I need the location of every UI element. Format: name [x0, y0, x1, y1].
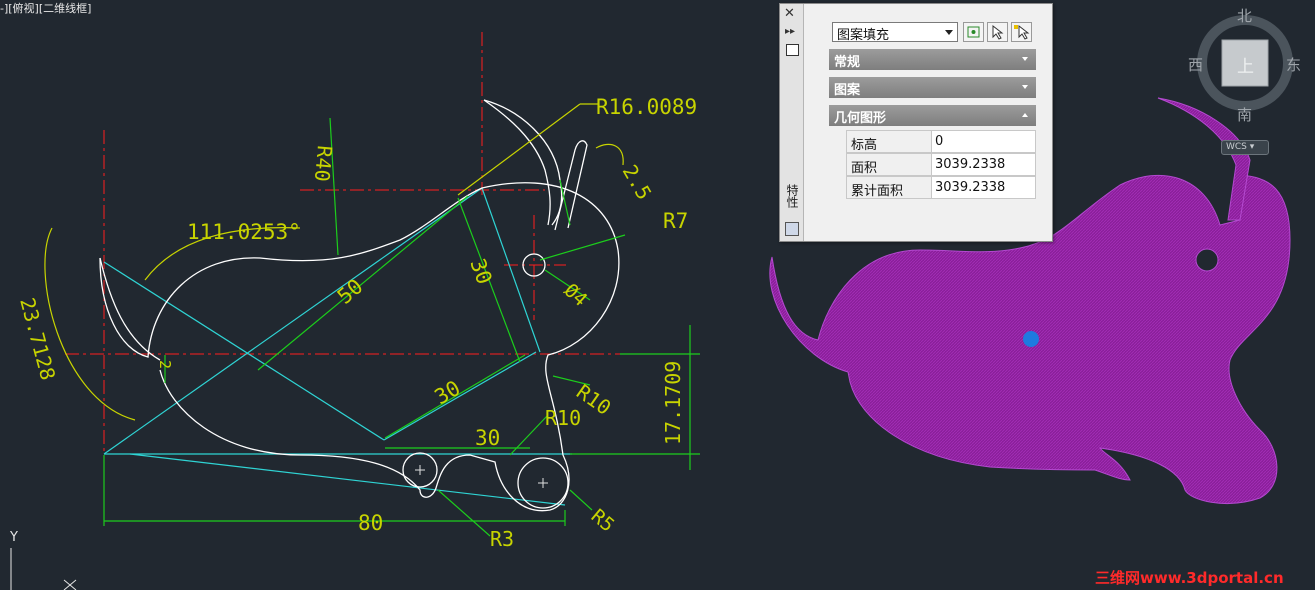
leader-r40: [329, 117, 339, 256]
toggle-pickadd-button[interactable]: [963, 22, 984, 42]
viewcube-top-label[interactable]: 上: [1237, 52, 1254, 77]
dim-30-vertical: 30: [465, 256, 496, 288]
dim-2-5: 2.5: [618, 161, 657, 204]
leader-r10-top: [509, 414, 549, 456]
pickadd-icon: [967, 26, 980, 38]
property-name: 面积: [846, 153, 932, 176]
property-value[interactable]: 3039.2338: [932, 176, 1036, 199]
dim-phi4: Ø4: [560, 279, 592, 311]
property-value[interactable]: 0: [932, 130, 1036, 153]
palette-options-icon[interactable]: [785, 222, 799, 236]
palette-title: 特性: [785, 184, 799, 208]
select-objects-button[interactable]: [987, 22, 1008, 42]
centre-marks: [415, 465, 548, 488]
center-lines: [65, 32, 625, 458]
viewcube-south[interactable]: 南: [1237, 104, 1252, 125]
dim-r7: R7: [663, 209, 688, 233]
property-row-cumulative-area[interactable]: 累计面积 3039.2338: [846, 176, 1036, 199]
dim-angle: 111.0253°: [187, 220, 301, 244]
ucs-icon: [10, 548, 77, 590]
property-row-elevation[interactable]: 标高 0: [846, 130, 1036, 153]
leader-r3: [437, 489, 491, 537]
wcs-label: WCS: [1226, 142, 1247, 152]
viewcube-east[interactable]: 东: [1286, 54, 1301, 75]
object-type-select[interactable]: 图案填充: [832, 22, 958, 43]
autohide-icon[interactable]: ▸▸: [785, 26, 795, 37]
property-name: 标高: [846, 130, 932, 153]
chevron-down-icon: [1022, 57, 1028, 61]
property-value[interactable]: 3039.2338: [932, 153, 1036, 176]
leader-r16: [457, 103, 581, 196]
close-icon[interactable]: ✕: [784, 6, 795, 21]
select-cursor-icon: [992, 24, 1004, 40]
hatch-grip[interactable]: [1023, 331, 1039, 347]
dim-r40: R40: [310, 145, 337, 183]
dim-30-diag: 30: [431, 376, 465, 409]
section-geometry[interactable]: 几何图形: [829, 105, 1036, 126]
dim-30-horizontal: 30: [475, 426, 500, 450]
dimension-lines: [103, 117, 700, 537]
dim-80: 80: [358, 511, 383, 535]
dim-r3: R3: [490, 527, 514, 551]
drawing-canvas[interactable]: R16.0089 R40 2.5 R7 111.0253° 30 50 Ø4 2…: [0, 0, 1315, 590]
arc-2-5: [595, 143, 624, 166]
viewcube-north[interactable]: 北: [1237, 5, 1252, 26]
dim-17: 17.1709: [661, 361, 685, 445]
chevron-down-icon: [1022, 85, 1028, 89]
dim-arc-23: [44, 227, 136, 421]
leader-r7: [539, 234, 626, 261]
property-name: 累计面积: [846, 176, 932, 199]
dim-r10-top: R10: [545, 406, 581, 430]
dim-2: 2: [156, 360, 174, 369]
horn-inner: [483, 99, 551, 226]
hatch-hole: [1195, 248, 1219, 272]
slot: [554, 140, 588, 231]
viewcube-west[interactable]: 西: [1188, 54, 1203, 75]
wcs-menu[interactable]: WCS ▾: [1221, 140, 1269, 155]
dimension-texts: R16.0089 R40 2.5 R7 111.0253° 30 50 Ø4 2…: [15, 95, 697, 551]
palette-title-strip[interactable]: ✕ ▸▸ 特性: [780, 4, 804, 241]
object-type-value: 图案填充: [837, 28, 890, 43]
properties-palette[interactable]: ✕ ▸▸ 特性 图案填充 常规 图案 几何图形 标高 0 面积 3039.233…: [779, 3, 1053, 242]
section-pattern[interactable]: 图案: [829, 77, 1036, 98]
ucs-y-label: Y: [9, 530, 18, 545]
part-geometry: [99, 99, 620, 512]
leader-r5: [569, 489, 593, 511]
quick-select-icon: [1014, 24, 1030, 40]
dim-r16: R16.0089: [596, 95, 697, 119]
viewport-controls[interactable]: -][俯视][二维线框]: [0, 0, 91, 16]
section-general[interactable]: 常规: [829, 49, 1036, 70]
part-outline: [99, 182, 620, 512]
chevron-up-icon: [1022, 113, 1028, 117]
palette-menu-icon[interactable]: [786, 44, 799, 56]
chevron-down-icon: [945, 30, 953, 35]
property-row-area[interactable]: 面积 3039.2338: [846, 153, 1036, 176]
watermark: 三维网www.3dportal.cn: [1095, 569, 1284, 587]
quick-select-button[interactable]: [1011, 22, 1032, 42]
dim-23: 23.7128: [15, 295, 60, 383]
construction-lines: [103, 187, 572, 506]
